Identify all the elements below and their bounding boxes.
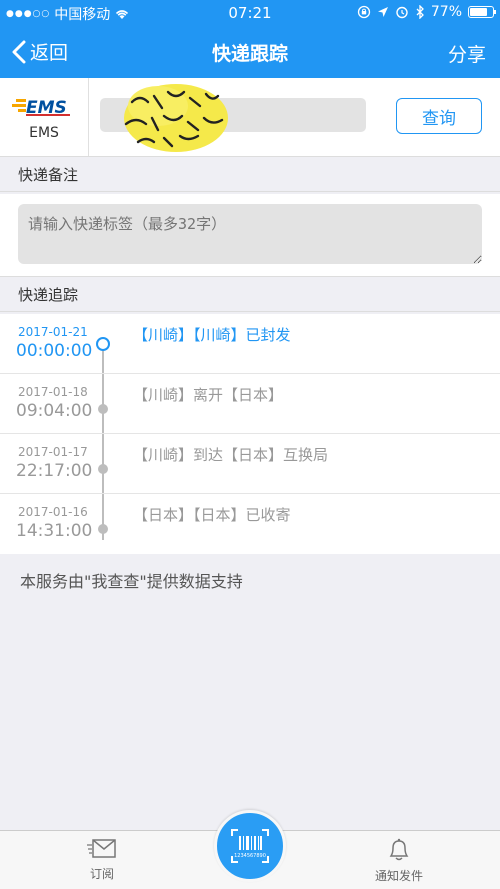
tracking-row: 2017-01-21 00:00:00 【川崎】【川崎】已封发	[0, 314, 500, 374]
note-area	[0, 194, 500, 276]
section-header-note: 快递备注	[0, 156, 500, 192]
alarm-icon	[396, 6, 408, 19]
query-button[interactable]: 查询	[396, 98, 482, 134]
battery-fill	[470, 8, 487, 16]
tracking-time: 09:04:00	[16, 401, 93, 421]
tracking-desc: 【日本】【日本】已收寄	[133, 506, 291, 524]
carrier-name: EMS	[29, 125, 59, 141]
nav-bar: 返回 快递跟踪 分享	[0, 26, 500, 78]
tracking-row: 2017-01-18 09:04:00 【川崎】离开【日本】	[0, 374, 500, 434]
scan-button[interactable]: 1234567890	[214, 810, 286, 882]
tab-notify-label: 通知发件	[374, 869, 423, 883]
tab-notify[interactable]: 通知发件	[364, 837, 434, 884]
tracking-date: 2017-01-18	[18, 385, 88, 399]
tracking-time: 00:00:00	[16, 341, 93, 361]
battery-icon	[468, 6, 496, 18]
timeline-dot-active	[96, 337, 110, 351]
tab-subscribe-label: 订阅	[89, 867, 114, 881]
share-button[interactable]: 分享	[448, 40, 486, 67]
tracking-time: 22:17:00	[16, 461, 93, 481]
vertical-divider	[88, 78, 89, 156]
tracking-row: 2017-01-16 14:31:00 【日本】【日本】已收寄	[0, 494, 500, 554]
ems-logo: EMS	[12, 98, 70, 118]
status-bar: ●●●○○ 中国移动 07:21 77%	[0, 0, 500, 26]
timeline-dot	[98, 464, 108, 474]
bluetooth-icon	[416, 5, 424, 19]
tracking-date: 2017-01-16	[18, 505, 88, 519]
tracking-date: 2017-01-17	[18, 445, 88, 459]
tracking-desc: 【川崎】到达【日本】互换局	[133, 446, 329, 464]
section-header-tracking: 快递追踪	[0, 276, 500, 312]
tracking-desc: 【川崎】离开【日本】	[133, 386, 284, 404]
page-title: 快递跟踪	[211, 43, 288, 65]
mail-icon	[87, 839, 116, 858]
timeline-dot	[98, 524, 108, 534]
barcode-scan-icon: 1234567890	[231, 829, 269, 863]
carrier-info: EMS EMS	[0, 78, 88, 156]
location-icon	[377, 7, 388, 17]
lock-rotation-icon	[357, 5, 371, 19]
tracking-date: 2017-01-21	[18, 325, 88, 339]
timeline-dot	[98, 404, 108, 414]
battery-percent: 77%	[430, 4, 462, 20]
tracking-list: 2017-01-21 00:00:00 【川崎】【川崎】已封发 2017-01-…	[0, 314, 500, 554]
status-right: 77%	[357, 4, 496, 20]
tracking-time: 14:31:00	[16, 521, 93, 541]
tab-subscribe[interactable]: 订阅	[80, 837, 124, 882]
redaction-sticker	[124, 84, 228, 152]
tracking-row: 2017-01-17 22:17:00 【川崎】到达【日本】互换局	[0, 434, 500, 494]
data-source-note: 本服务由"我查查"提供数据支持	[20, 572, 243, 591]
tracking-desc: 【川崎】【川崎】已封发	[133, 326, 291, 344]
scan-caption: 1234567890	[234, 853, 266, 859]
bell-icon	[389, 838, 409, 861]
note-input[interactable]	[18, 204, 482, 264]
